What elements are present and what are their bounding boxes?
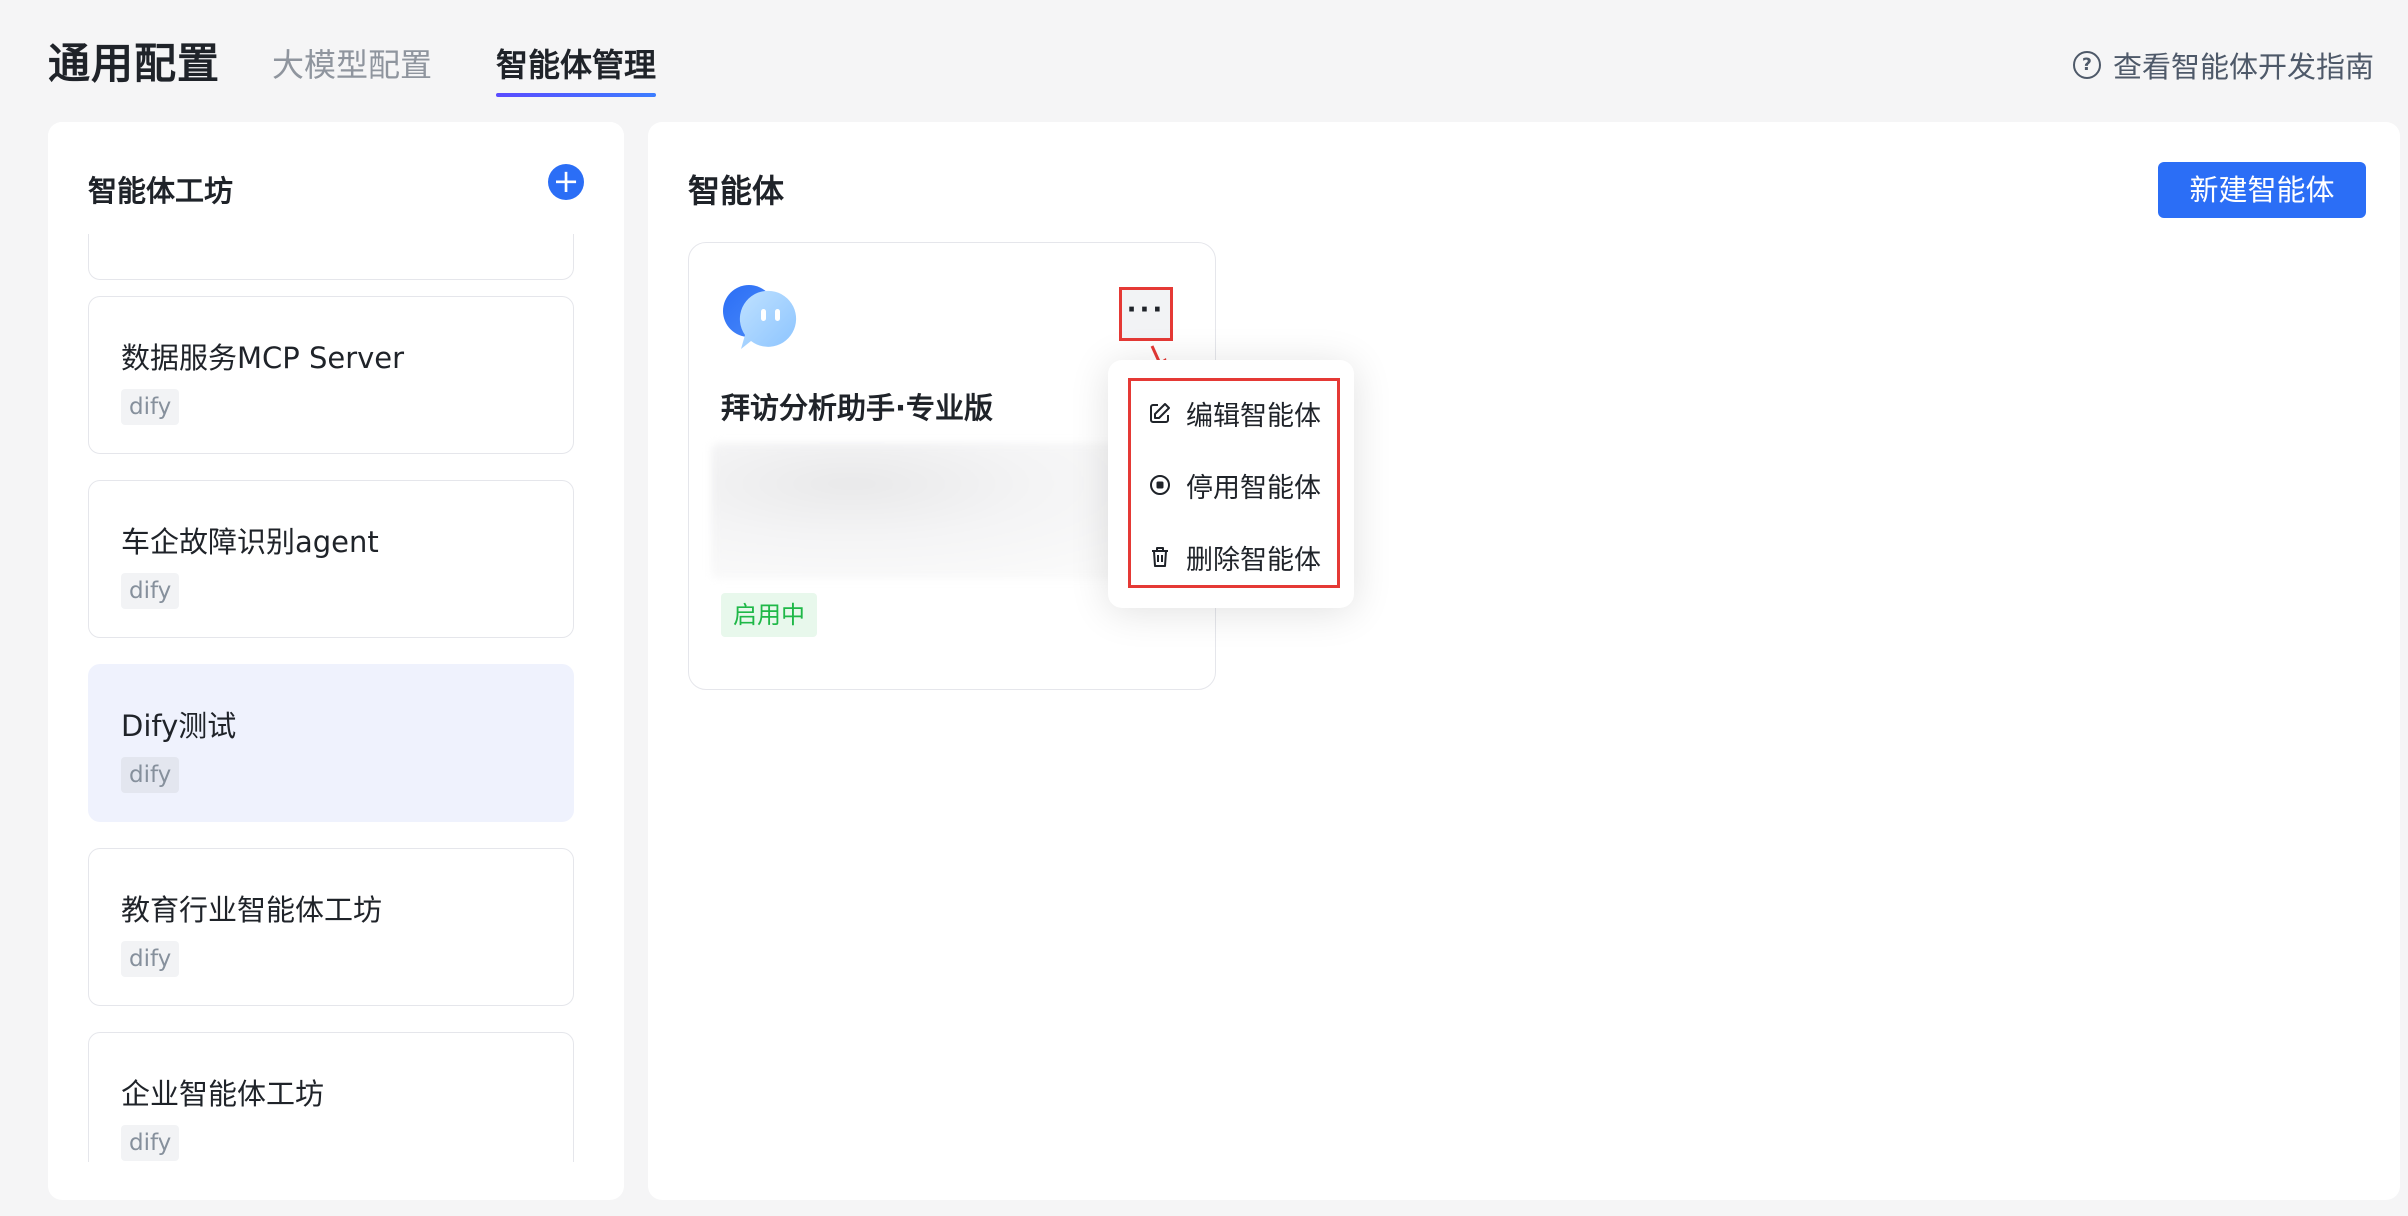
dev-guide-link[interactable]: ? 查看智能体开发指南 bbox=[2072, 44, 2374, 86]
status-badge: 启用中 bbox=[721, 593, 817, 637]
menu-item-label: 编辑智能体 bbox=[1186, 400, 1321, 432]
workshop-card[interactable]: 企业智能体工坊 dify bbox=[88, 1032, 574, 1162]
workshop-name: Dify测试 bbox=[121, 709, 237, 743]
plus-icon: + bbox=[552, 162, 580, 200]
stop-circle-icon bbox=[1150, 475, 1170, 495]
workshop-card-active[interactable]: Dify测试 dify bbox=[88, 664, 574, 822]
workshop-card[interactable]: 车企故障识别agent dify bbox=[88, 480, 574, 638]
more-options-button[interactable]: ··· bbox=[1119, 287, 1173, 341]
workshop-name: 企业智能体工坊 bbox=[121, 1077, 325, 1111]
workshop-name: 教育行业智能体工坊 bbox=[121, 893, 383, 927]
agent-name: 拜访分析助手·专业版 bbox=[721, 391, 994, 425]
workshop-tag: dify bbox=[121, 941, 180, 977]
workshop-name: 车企故障识别agent bbox=[121, 525, 379, 559]
menu-item-disable[interactable]: 停用智能体 bbox=[1148, 465, 1321, 505]
more-horizontal-icon: ··· bbox=[1126, 295, 1166, 325]
workshop-panel: 数据服务MCP Server dify 车企故障识别agent dify Dif… bbox=[48, 122, 624, 1200]
workshop-title: 智能体工坊 bbox=[88, 174, 234, 208]
trash-icon bbox=[1152, 547, 1168, 567]
workshop-tag: dify bbox=[121, 389, 180, 425]
add-workshop-button[interactable]: + bbox=[548, 164, 584, 200]
workshop-card[interactable]: 教育行业智能体工坊 dify bbox=[88, 848, 574, 1006]
agent-panel-title: 智能体 bbox=[688, 172, 785, 210]
workshop-tag: dify bbox=[121, 757, 180, 793]
new-agent-button[interactable]: 新建智能体 bbox=[2158, 162, 2366, 218]
app-root: 通用配置 大模型配置 智能体管理 ? 查看智能体开发指南 数据服务MCP Ser… bbox=[0, 0, 2408, 1216]
question-circle-icon: ? bbox=[2072, 51, 2101, 79]
workshop-card-partial[interactable] bbox=[88, 232, 574, 280]
dev-guide-label: 查看智能体开发指南 bbox=[2112, 50, 2374, 84]
active-tab-indicator bbox=[496, 93, 656, 97]
tab-model-config[interactable]: 大模型配置 bbox=[272, 40, 432, 86]
workshop-list[interactable]: 数据服务MCP Server dify 车企故障识别agent dify Dif… bbox=[88, 122, 576, 1162]
workshop-tag: dify bbox=[121, 1125, 180, 1161]
menu-item-edit[interactable]: 编辑智能体 bbox=[1148, 393, 1321, 433]
tab-agent-management[interactable]: 智能体管理 bbox=[496, 40, 656, 86]
chat-bubble-avatar-icon bbox=[723, 285, 797, 349]
workshop-card[interactable]: 数据服务MCP Server dify bbox=[88, 296, 574, 454]
menu-item-label: 删除智能体 bbox=[1186, 544, 1321, 576]
workshop-name: 数据服务MCP Server bbox=[121, 341, 405, 375]
workshop-tag: dify bbox=[121, 573, 180, 609]
menu-item-delete[interactable]: 删除智能体 bbox=[1148, 537, 1321, 577]
edit-icon bbox=[1150, 403, 1170, 423]
header: 通用配置 大模型配置 智能体管理 ? 查看智能体开发指南 bbox=[0, 0, 2408, 120]
menu-item-label: 停用智能体 bbox=[1186, 472, 1321, 504]
agent-panel: 智能体 新建智能体 拜访分析助手·专业版 启用中 ··· bbox=[648, 122, 2400, 1200]
page-title: 通用配置 bbox=[48, 39, 221, 88]
